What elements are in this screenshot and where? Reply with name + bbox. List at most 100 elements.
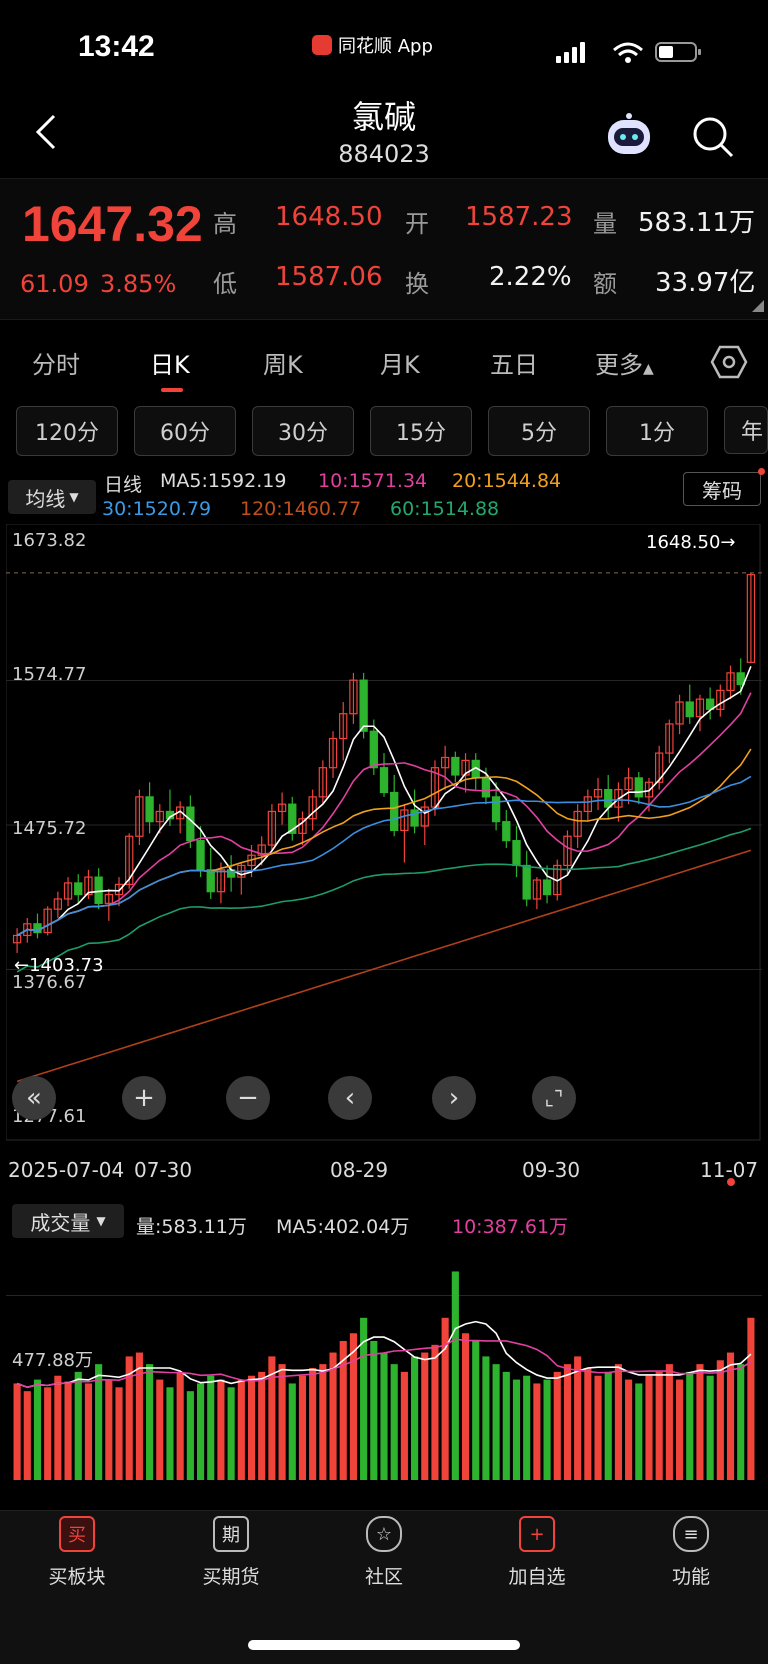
candle-body	[481, 777, 491, 798]
expand-corner-icon[interactable]	[752, 300, 764, 312]
scroll-left-button[interactable]: ‹	[328, 1076, 372, 1120]
candle-body	[379, 767, 389, 794]
ma60-line	[16, 827, 752, 973]
volume-bar	[196, 1383, 205, 1480]
tab-intraday[interactable]: 分时	[32, 345, 80, 380]
ma120-label: 120:1460.77	[240, 498, 362, 520]
nav-functions-label: 功能	[671, 1566, 710, 1588]
chevron-left-icon: ‹	[344, 1083, 356, 1113]
candle-body	[736, 672, 745, 686]
high-value: 1648.50	[275, 202, 383, 232]
low-marker: ←1403.73	[14, 955, 104, 976]
nav-buy-sector[interactable]: 买 买板块	[22, 1516, 132, 1589]
nav-functions[interactable]: ≡ 功能	[636, 1516, 746, 1589]
interval-60m[interactable]: 60分	[134, 406, 236, 456]
volume-value-label: 量:583.11万	[136, 1216, 247, 1238]
tab-more[interactable]: 更多▲	[595, 345, 654, 380]
ma5-line	[16, 666, 752, 937]
volume-chart	[6, 1271, 762, 1480]
tab-monthly-k[interactable]: 月K	[380, 345, 420, 380]
volume-bar	[390, 1364, 398, 1480]
turnover-label: 换	[405, 270, 429, 298]
volume-bar	[207, 1375, 215, 1480]
volume-bar	[502, 1371, 510, 1480]
settings-hex-icon[interactable]	[710, 344, 748, 380]
tab-weekly-k[interactable]: 周K	[263, 345, 303, 380]
tab-five-day[interactable]: 五日	[490, 345, 538, 380]
price-change: 61.09	[20, 270, 89, 298]
volume-bar	[258, 1371, 266, 1480]
futures-icon: 期	[213, 1516, 249, 1552]
volume-bar	[726, 1352, 735, 1480]
volume-bar	[563, 1364, 572, 1480]
volume-axis-label: 477.88万	[12, 1350, 93, 1371]
nav-community[interactable]: ☆ 社区	[329, 1516, 439, 1589]
candle-body	[74, 882, 83, 896]
candle-body	[186, 806, 195, 842]
interval-120m[interactable]: 120分	[16, 406, 118, 456]
ma30-label: 30:1520.79	[102, 498, 212, 520]
candle-body	[196, 840, 205, 871]
interval-year[interactable]: 年	[724, 406, 768, 454]
volume-bar	[237, 1379, 245, 1480]
volume-bar	[635, 1383, 643, 1480]
chart-frame	[6, 524, 761, 1141]
ma5-label: MA5:1592.19	[160, 470, 287, 492]
volume-bar	[95, 1364, 103, 1480]
interval-1m[interactable]: 1分	[606, 406, 708, 456]
price-change-pct: 3.85%	[100, 270, 177, 298]
date-label-2: 07-30	[134, 1158, 193, 1182]
amount-label: 额	[593, 270, 617, 298]
candle-body	[369, 730, 378, 769]
volume-bar	[186, 1391, 194, 1480]
red-dot-badge	[758, 468, 765, 475]
volume-bar	[380, 1352, 388, 1480]
volume-bar	[105, 1379, 113, 1480]
volume-ma10-label: 10:387.61万	[452, 1216, 569, 1238]
ma-selector-button[interactable]: 均线 ▼	[8, 480, 96, 514]
interval-15m[interactable]: 15分	[370, 406, 472, 456]
volume-bar	[288, 1383, 296, 1480]
volume-bar	[421, 1352, 429, 1480]
app-label: 同花顺 App	[338, 36, 433, 57]
nav-community-label: 社区	[364, 1566, 403, 1588]
nav-add-watchlist[interactable]: + 加自选	[482, 1516, 592, 1589]
nav-buy-futures[interactable]: 期 买期货	[176, 1516, 286, 1589]
candle-body	[359, 679, 368, 732]
volume-bar	[533, 1383, 541, 1480]
volume-bar	[74, 1371, 82, 1480]
scroll-right-button[interactable]: ›	[432, 1076, 476, 1120]
volume-bar	[64, 1381, 72, 1480]
ma30-line	[16, 775, 752, 937]
candlestick-chart[interactable]	[6, 524, 762, 1142]
zoom-in-button[interactable]: +	[122, 1076, 166, 1120]
chip-distribution-button[interactable]: 筹码	[683, 472, 761, 506]
date-label-3: 08-29	[330, 1158, 389, 1182]
interval-30m[interactable]: 30分	[252, 406, 354, 456]
volume-ma5-label: MA5:402.04万	[276, 1216, 410, 1238]
zoom-out-button[interactable]: −	[226, 1076, 270, 1120]
candle-body	[512, 840, 521, 867]
app-badge[interactable]: 同花顺 App	[312, 32, 433, 58]
volume-bar	[604, 1371, 612, 1480]
volume-bar	[747, 1317, 755, 1480]
fullscreen-button[interactable]: ⌞⌝	[532, 1076, 576, 1120]
volume-indicator-button[interactable]: 成交量 ▼	[12, 1204, 124, 1238]
caret-down-icon: ▼	[69, 490, 79, 504]
volume-bar	[278, 1364, 286, 1480]
interval-5m[interactable]: 5分	[488, 406, 590, 456]
y-label-2: 1574.77	[12, 664, 87, 685]
rewind-button[interactable]: «	[12, 1076, 56, 1120]
volume-bar	[54, 1375, 62, 1480]
nav-add-watchlist-label: 加自选	[508, 1566, 566, 1588]
search-icon[interactable]	[690, 114, 736, 160]
volume-bar	[13, 1383, 21, 1480]
volume-bar	[33, 1379, 42, 1480]
latest-date-dot	[727, 1178, 735, 1186]
volume-bar	[523, 1375, 531, 1480]
caret-up-icon: ▲	[643, 361, 654, 377]
high-marker: 1648.50→	[646, 532, 736, 553]
robot-assistant-icon[interactable]	[604, 112, 654, 158]
volume-bar	[655, 1371, 663, 1480]
tab-daily-k[interactable]: 日K	[150, 345, 190, 380]
